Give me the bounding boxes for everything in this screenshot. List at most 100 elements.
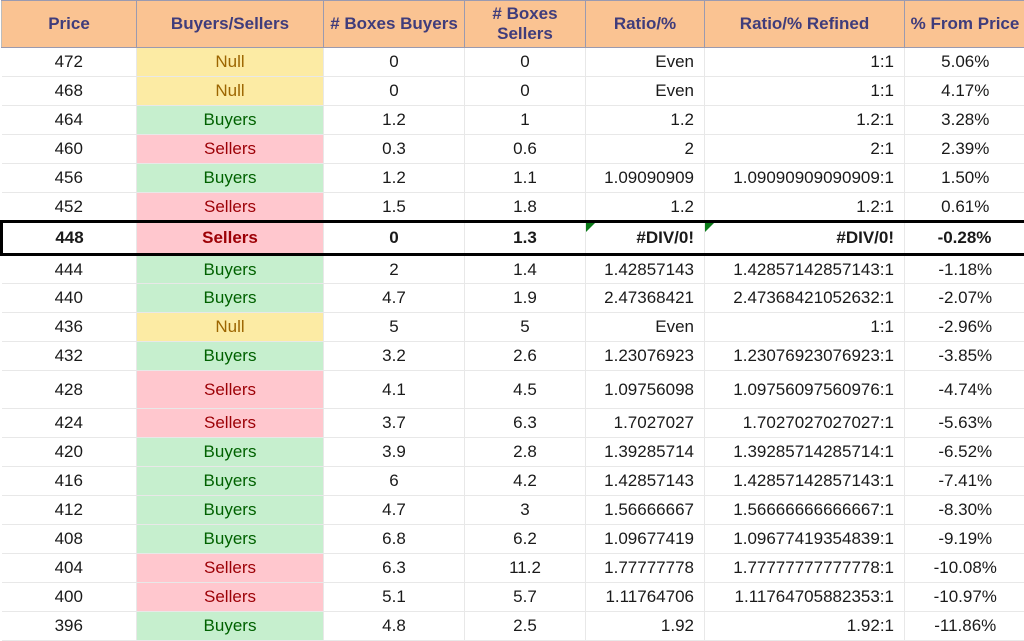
- table-row[interactable]: 404Sellers6.311.21.777777781.77777777777…: [2, 554, 1024, 583]
- cell-ratio-refined[interactable]: 1.92:1: [705, 612, 905, 641]
- cell-percent-from-price[interactable]: 4.17%: [905, 77, 1024, 106]
- cell-ratio[interactable]: Even: [586, 313, 705, 342]
- table-row[interactable]: 412Buyers4.731.566666671.56666666666667:…: [2, 496, 1024, 525]
- cell-price[interactable]: 436: [2, 313, 137, 342]
- cell-buyers-sellers[interactable]: Null: [137, 48, 324, 77]
- cell-price[interactable]: 416: [2, 467, 137, 496]
- cell-percent-from-price[interactable]: -10.08%: [905, 554, 1024, 583]
- cell-boxes-sellers[interactable]: 6.3: [465, 409, 586, 438]
- cell-ratio[interactable]: 1.11764706: [586, 583, 705, 612]
- column-header-ratio[interactable]: Ratio/%: [586, 1, 705, 48]
- table-row[interactable]: 424Sellers3.76.31.70270271.7027027027027…: [2, 409, 1024, 438]
- cell-ratio[interactable]: 1.92: [586, 612, 705, 641]
- table-row[interactable]: 420Buyers3.92.81.392857141.3928571428571…: [2, 438, 1024, 467]
- cell-ratio[interactable]: 1.77777778: [586, 554, 705, 583]
- cell-ratio[interactable]: 2.47368421: [586, 284, 705, 313]
- cell-ratio-refined[interactable]: 1.2:1: [705, 193, 905, 222]
- cell-ratio[interactable]: 1.23076923: [586, 342, 705, 371]
- cell-buyers-sellers[interactable]: Buyers: [137, 496, 324, 525]
- cell-ratio[interactable]: 1.56666667: [586, 496, 705, 525]
- cell-ratio-refined[interactable]: 1.23076923076923:1: [705, 342, 905, 371]
- cell-buyers-sellers[interactable]: Buyers: [137, 342, 324, 371]
- cell-boxes-sellers[interactable]: 3: [465, 496, 586, 525]
- cell-ratio[interactable]: Even: [586, 48, 705, 77]
- cell-boxes-buyers[interactable]: 6.8: [324, 525, 465, 554]
- cell-boxes-buyers[interactable]: 3.9: [324, 438, 465, 467]
- cell-boxes-sellers[interactable]: 1.1: [465, 164, 586, 193]
- table-row[interactable]: 464Buyers1.211.21.2:13.28%: [2, 106, 1024, 135]
- cell-ratio-refined[interactable]: 1.2:1: [705, 106, 905, 135]
- column-header-boxes-buyers[interactable]: # Boxes Buyers: [324, 1, 465, 48]
- cell-boxes-buyers[interactable]: 0: [324, 77, 465, 106]
- table-row[interactable]: 448Sellers01.3#DIV/0!#DIV/0!-0.28%: [2, 222, 1024, 255]
- cell-boxes-sellers[interactable]: 0.6: [465, 135, 586, 164]
- cell-price[interactable]: 452: [2, 193, 137, 222]
- cell-ratio[interactable]: 1.7027027: [586, 409, 705, 438]
- cell-buyers-sellers[interactable]: Buyers: [137, 438, 324, 467]
- cell-boxes-buyers[interactable]: 1.2: [324, 164, 465, 193]
- table-row[interactable]: 428Sellers4.14.51.097560981.097560975609…: [2, 371, 1024, 409]
- cell-price[interactable]: 468: [2, 77, 137, 106]
- table-row[interactable]: 444Buyers21.41.428571431.42857142857143:…: [2, 255, 1024, 284]
- cell-percent-from-price[interactable]: -5.63%: [905, 409, 1024, 438]
- cell-boxes-buyers[interactable]: 5.1: [324, 583, 465, 612]
- cell-buyers-sellers[interactable]: Buyers: [137, 467, 324, 496]
- table-row[interactable]: 416Buyers64.21.428571431.42857142857143:…: [2, 467, 1024, 496]
- cell-percent-from-price[interactable]: -11.86%: [905, 612, 1024, 641]
- cell-ratio[interactable]: 2: [586, 135, 705, 164]
- cell-boxes-buyers[interactable]: 4.7: [324, 496, 465, 525]
- cell-price[interactable]: 396: [2, 612, 137, 641]
- cell-percent-from-price[interactable]: -8.30%: [905, 496, 1024, 525]
- cell-ratio-refined[interactable]: 1.56666666666667:1: [705, 496, 905, 525]
- cell-boxes-buyers[interactable]: 1.5: [324, 193, 465, 222]
- cell-ratio[interactable]: 1.39285714: [586, 438, 705, 467]
- cell-percent-from-price[interactable]: 3.28%: [905, 106, 1024, 135]
- cell-boxes-sellers[interactable]: 4.5: [465, 371, 586, 409]
- cell-boxes-sellers[interactable]: 1: [465, 106, 586, 135]
- table-row[interactable]: 436Null55Even1:1-2.96%: [2, 313, 1024, 342]
- cell-ratio[interactable]: 1.09677419: [586, 525, 705, 554]
- cell-price[interactable]: 432: [2, 342, 137, 371]
- cell-price[interactable]: 444: [2, 255, 137, 284]
- cell-buyers-sellers[interactable]: Sellers: [137, 222, 324, 255]
- cell-price[interactable]: 400: [2, 583, 137, 612]
- cell-ratio-refined[interactable]: 2:1: [705, 135, 905, 164]
- cell-ratio-refined[interactable]: 1.09677419354839:1: [705, 525, 905, 554]
- cell-percent-from-price[interactable]: -2.07%: [905, 284, 1024, 313]
- cell-percent-from-price[interactable]: -2.96%: [905, 313, 1024, 342]
- cell-price[interactable]: 464: [2, 106, 137, 135]
- cell-percent-from-price[interactable]: -3.85%: [905, 342, 1024, 371]
- cell-boxes-sellers[interactable]: 2.5: [465, 612, 586, 641]
- table-row[interactable]: 468Null00Even1:14.17%: [2, 77, 1024, 106]
- cell-ratio-refined[interactable]: 1.42857142857143:1: [705, 467, 905, 496]
- cell-buyers-sellers[interactable]: Buyers: [137, 612, 324, 641]
- cell-boxes-sellers[interactable]: 1.4: [465, 255, 586, 284]
- cell-buyers-sellers[interactable]: Buyers: [137, 525, 324, 554]
- cell-buyers-sellers[interactable]: Sellers: [137, 135, 324, 164]
- column-header-buyers-sellers[interactable]: Buyers/Sellers: [137, 1, 324, 48]
- cell-boxes-buyers[interactable]: 0.3: [324, 135, 465, 164]
- cell-buyers-sellers[interactable]: Buyers: [137, 106, 324, 135]
- cell-ratio[interactable]: #DIV/0!: [586, 222, 705, 255]
- cell-boxes-buyers[interactable]: 3.7: [324, 409, 465, 438]
- cell-percent-from-price[interactable]: -9.19%: [905, 525, 1024, 554]
- cell-price[interactable]: 424: [2, 409, 137, 438]
- cell-boxes-sellers[interactable]: 4.2: [465, 467, 586, 496]
- table-row[interactable]: 396Buyers4.82.51.921.92:1-11.86%: [2, 612, 1024, 641]
- table-row[interactable]: 432Buyers3.22.61.230769231.2307692307692…: [2, 342, 1024, 371]
- cell-boxes-sellers[interactable]: 1.3: [465, 222, 586, 255]
- cell-ratio-refined[interactable]: 1.39285714285714:1: [705, 438, 905, 467]
- cell-boxes-buyers[interactable]: 5: [324, 313, 465, 342]
- cell-boxes-sellers[interactable]: 2.6: [465, 342, 586, 371]
- cell-boxes-buyers[interactable]: 1.2: [324, 106, 465, 135]
- cell-boxes-buyers[interactable]: 4.1: [324, 371, 465, 409]
- cell-price[interactable]: 428: [2, 371, 137, 409]
- table-row[interactable]: 452Sellers1.51.81.21.2:10.61%: [2, 193, 1024, 222]
- cell-buyers-sellers[interactable]: Null: [137, 77, 324, 106]
- cell-ratio-refined[interactable]: 1.7027027027027:1: [705, 409, 905, 438]
- cell-price[interactable]: 472: [2, 48, 137, 77]
- cell-boxes-sellers[interactable]: 5: [465, 313, 586, 342]
- cell-buyers-sellers[interactable]: Sellers: [137, 409, 324, 438]
- table-row[interactable]: 460Sellers0.30.622:12.39%: [2, 135, 1024, 164]
- cell-boxes-sellers[interactable]: 5.7: [465, 583, 586, 612]
